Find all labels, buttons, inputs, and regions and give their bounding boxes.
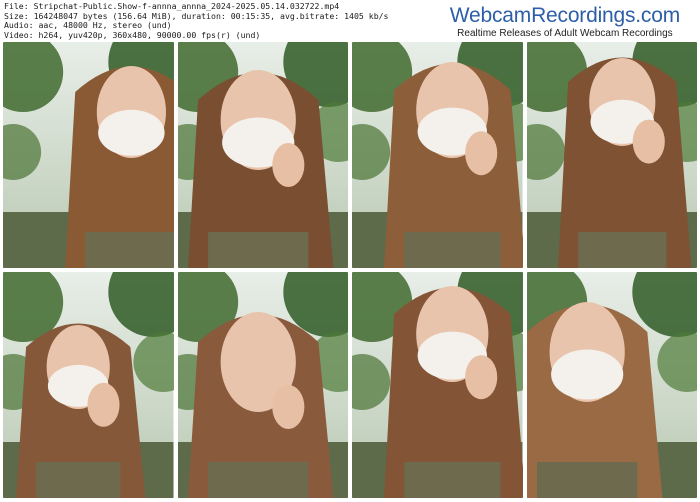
file-size-line: Size: 164248047 bytes (156.64 MiB), dura… (4, 11, 389, 21)
brand-logo: WebcamRecordings.com Realtime Releases o… (450, 5, 680, 40)
file-name-line: File: Stripchat-Public.Show-f-annna_annn… (4, 2, 340, 11)
thumbnail-2 (177, 42, 348, 268)
thumbnail-8 (526, 272, 697, 498)
video-info-line: Video: h264, yuv420p, 360x480, 90000.00 … (4, 30, 261, 40)
brand-title: WebcamRecordings.com (449, 4, 680, 27)
thumbnail-7 (352, 272, 523, 498)
audio-info-line: Audio: aac, 48000 Hz, stereo (und) (4, 21, 172, 31)
thumbnail-grid (3, 42, 697, 498)
brand-tagline: Realtime Releases of Adult Webcam Record… (457, 28, 673, 39)
thumbnail-5 (3, 272, 174, 498)
thumbnail-1 (3, 42, 174, 268)
thumbnail-3 (352, 42, 523, 268)
file-info: File: Stripchat-Public.Show-f-annna_annn… (4, 2, 444, 40)
thumbnail-6 (177, 272, 348, 498)
thumbnail-4 (526, 42, 697, 268)
